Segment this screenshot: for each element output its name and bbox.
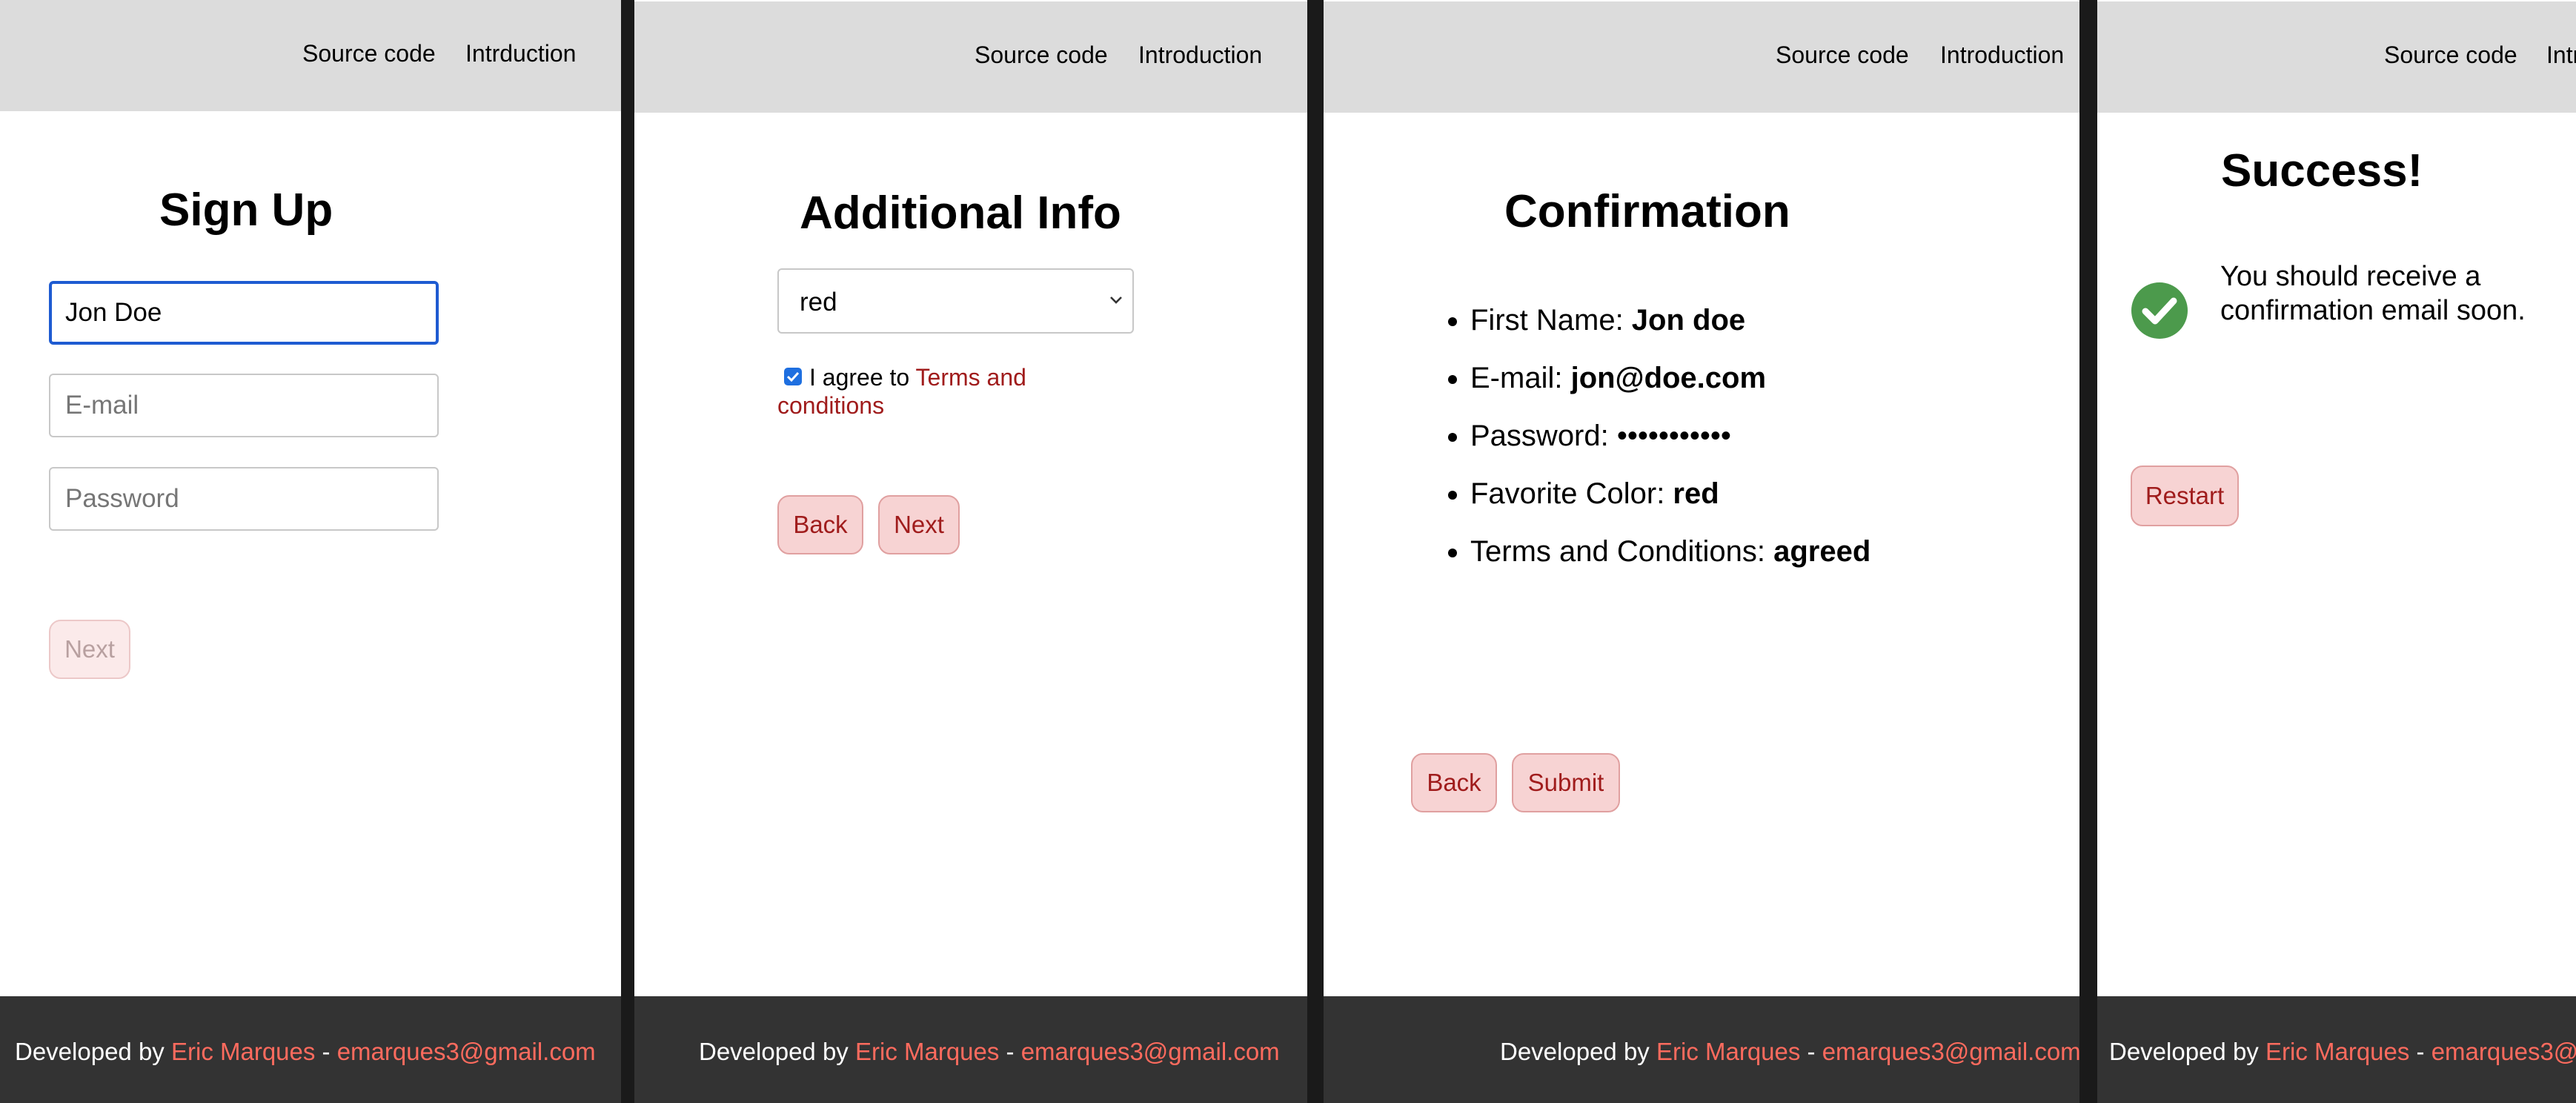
nav-introduction-link[interactable]: Introduction [2546, 42, 2576, 69]
submit-button[interactable]: Submit [1512, 753, 1620, 812]
page-title: Additional Info [800, 188, 1121, 239]
email-link[interactable]: emarques3@gmail.com [1822, 1038, 2079, 1065]
page-title: Sign Up [159, 185, 333, 236]
nav-source-code-link[interactable]: Source code [1776, 42, 1909, 69]
top-nav: Source code Introduction [634, 1, 1307, 113]
signup-window: Source code Intrduction Sign Up Next Dev… [0, 0, 621, 1103]
email-link[interactable]: emarques3@gmail.com [337, 1038, 596, 1065]
window-divider [621, 0, 634, 1103]
success-message: You should receive a confirmation email … [2220, 261, 2526, 326]
item-label: Terms and Conditions: [1470, 535, 1774, 568]
footer: Developed by Eric Marques - emarques3@gm… [1324, 996, 2079, 1103]
item-label: E-mail: [1470, 362, 1571, 394]
author-link[interactable]: Eric Marques [2265, 1038, 2409, 1065]
color-select-value: red [800, 288, 837, 317]
confirmation-window: Source code Introduction Confirmation Fi… [1324, 0, 2079, 1103]
nav-introduction-link[interactable]: Introduction [1940, 42, 2064, 69]
email-link[interactable]: emarques3@gmail.com [1021, 1038, 1280, 1065]
footer-prefix: Developed by [15, 1038, 171, 1065]
footer-separator: - [2409, 1038, 2431, 1065]
password-field[interactable] [49, 467, 439, 531]
footer: Developed by Eric Marques - emarques3@gm… [634, 996, 1307, 1103]
top-nav: Source code Intrduction [0, 0, 621, 111]
footer-separator: - [999, 1038, 1021, 1065]
page-title: Confirmation [1504, 186, 1790, 237]
item-label: Favorite Color: [1470, 477, 1673, 510]
list-item: First Name: Jon doe [1470, 291, 1870, 349]
agree-text: I agree to [809, 364, 916, 391]
item-value: jon@doe.com [1570, 362, 1767, 394]
footer-prefix: Developed by [2109, 1038, 2265, 1065]
author-link[interactable]: Eric Marques [1656, 1038, 1800, 1065]
item-label: First Name: [1470, 304, 1632, 337]
nav-introduction-link[interactable]: Introduction [1138, 42, 1262, 69]
footer-prefix: Developed by [699, 1038, 855, 1065]
nav-introduction-link[interactable]: Intrduction [465, 40, 576, 67]
footer-prefix: Developed by [1500, 1038, 1656, 1065]
back-button[interactable]: Back [1411, 753, 1497, 812]
item-value: agreed [1773, 535, 1871, 568]
item-value: red [1673, 477, 1719, 510]
author-link[interactable]: Eric Marques [855, 1038, 999, 1065]
restart-button[interactable]: Restart [2131, 466, 2239, 526]
nav-source-code-link[interactable]: Source code [2384, 42, 2517, 69]
window-divider [1307, 0, 1324, 1103]
color-select[interactable]: red [777, 268, 1134, 334]
confirmation-list: First Name: Jon doe E-mail: jon@doe.com … [1435, 291, 1870, 580]
page-title: Success! [2221, 145, 2423, 196]
footer-credit: Developed by Eric Marques - emarques3@gm… [699, 1038, 1280, 1066]
author-link[interactable]: Eric Marques [171, 1038, 315, 1065]
footer-credit: Developed by Eric Marques - emarques3@gm… [15, 1038, 596, 1066]
list-item: E-mail: jon@doe.com [1470, 349, 1870, 407]
nav-source-code-link[interactable]: Source code [975, 42, 1108, 69]
success-window: Source code Introduction Success! You sh… [2097, 0, 2576, 1103]
footer-credit: Developed by Eric Marques - emarques3@gm… [1500, 1038, 2079, 1066]
email-link[interactable]: emarques3@gmail.com [2431, 1038, 2576, 1065]
footer-separator: - [315, 1038, 337, 1065]
item-value: ••••••••••• [1616, 420, 1731, 452]
nav-source-code-link[interactable]: Source code [302, 40, 436, 67]
back-button[interactable]: Back [777, 495, 863, 554]
item-value: Jon doe [1631, 304, 1746, 337]
next-button[interactable]: Next [49, 620, 130, 679]
additional-info-window: Source code Introduction Additional Info… [634, 0, 1307, 1103]
top-nav: Source code Introduction [1324, 1, 2079, 113]
footer: Developed by Eric Marques - emarques3@gm… [2097, 996, 2576, 1103]
email-field[interactable] [49, 374, 439, 437]
name-input[interactable] [49, 281, 439, 345]
list-item: Favorite Color: red [1470, 465, 1870, 523]
footer: Developed by Eric Marques - emarques3@gm… [0, 996, 621, 1103]
list-item: Password: ••••••••••• [1470, 407, 1870, 465]
window-divider [2079, 0, 2097, 1103]
next-button[interactable]: Next [878, 495, 960, 554]
chevron-down-icon [1110, 297, 1122, 304]
item-label: Password: [1470, 420, 1617, 452]
footer-credit: Developed by Eric Marques - emarques3@gm… [2109, 1038, 2576, 1066]
check-circle-icon [2131, 282, 2188, 339]
footer-separator: - [1800, 1038, 1822, 1065]
top-nav: Source code Introduction [2097, 1, 2576, 113]
list-item: Terms and Conditions: agreed [1470, 523, 1870, 580]
terms-label: I agree to Terms and conditions [777, 363, 1074, 420]
